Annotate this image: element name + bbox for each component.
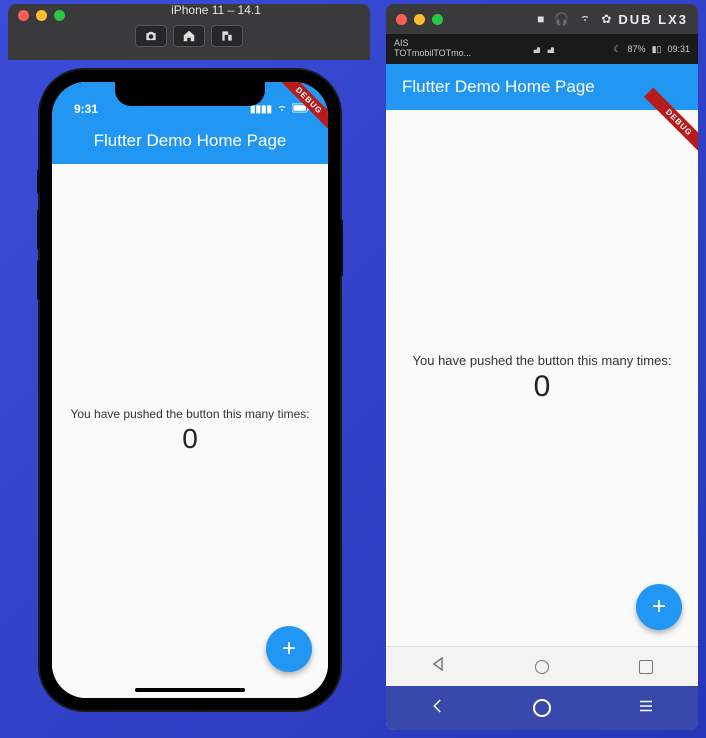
home-indicator[interactable] (135, 688, 245, 692)
ios-simulator-titlebar: iPhone 11 – 14.1 (8, 4, 370, 60)
notch (115, 82, 265, 106)
back-button[interactable] (428, 697, 448, 720)
counter-label: You have pushed the button this many tim… (413, 353, 672, 368)
signal-cluster (530, 45, 554, 53)
minimize-window-button[interactable] (36, 10, 47, 21)
counter-value: 0 (534, 370, 551, 404)
wifi-icon (276, 103, 288, 116)
camera-icon: ■ (537, 12, 544, 26)
plus-icon: + (282, 635, 296, 663)
volume-down-button[interactable] (37, 260, 40, 300)
dnd-icon: ☾ (613, 44, 621, 55)
ios-window-title: iPhone 11 – 14.1 (72, 3, 360, 17)
ios-app-title: Flutter Demo Home Page (94, 131, 287, 151)
android-soft-nav (386, 646, 698, 686)
battery-icon: ▮▯ (652, 44, 662, 55)
android-bottom-nav (386, 686, 698, 730)
close-window-button[interactable] (396, 14, 407, 25)
rotate-button[interactable] (211, 25, 243, 47)
zoom-window-button[interactable] (54, 10, 65, 21)
ios-app-bar: Flutter Demo Home Page (52, 118, 328, 164)
ios-status-icons: ▮▮▮▮ (250, 103, 310, 116)
iphone-screen: 9:31 ▮▮▮▮ Flutter Demo Home Page DEBUG Y… (52, 82, 328, 698)
home-button[interactable] (535, 660, 549, 674)
minimize-window-button[interactable] (414, 14, 425, 25)
status-right: ☾ 87% ▮▯ 09:31 (613, 44, 690, 55)
carrier-label: AIS TOTmobilTOTmo... (394, 39, 471, 59)
headphones-icon: 🎧 (554, 12, 569, 26)
power-button[interactable] (340, 220, 343, 276)
android-status-bar: AIS TOTmobilTOTmo... ☾ 87% ▮▯ 09:31 (386, 34, 698, 64)
carrier-line2: TOTmobilTOTmo... (394, 49, 471, 59)
wifi-icon (579, 12, 591, 26)
ios-clock: 9:31 (74, 102, 98, 116)
close-window-button[interactable] (18, 10, 29, 21)
counter-label: You have pushed the button this many tim… (70, 407, 309, 421)
iphone-device-frame: 9:31 ▮▮▮▮ Flutter Demo Home Page DEBUG Y… (40, 70, 340, 710)
android-mirror-window: ■ 🎧 ✿ DUB LX3 AIS TOTmobilTOTmo... ☾ 87%… (386, 4, 698, 730)
ios-app-body: You have pushed the button this many tim… (52, 164, 328, 698)
window-controls: iPhone 11 – 14.1 (8, 4, 370, 21)
android-window-titlebar: ■ 🎧 ✿ DUB LX3 (386, 4, 698, 34)
clock: 09:31 (667, 44, 690, 54)
android-device-name: DUB LX3 (618, 12, 688, 27)
android-screen: AIS TOTmobilTOTmo... ☾ 87% ▮▯ 09:31 Flut… (386, 34, 698, 730)
recents-button[interactable] (639, 660, 653, 674)
screenshot-button[interactable] (135, 25, 167, 47)
counter-value: 0 (182, 423, 198, 455)
android-app-title: Flutter Demo Home Page (402, 77, 595, 97)
increment-fab[interactable]: + (266, 626, 312, 672)
battery-percent: 87% (628, 44, 646, 54)
menu-button[interactable] (636, 697, 656, 720)
plus-icon: + (652, 593, 666, 621)
simulator-toolbar (8, 25, 370, 47)
signal-icon (544, 45, 554, 53)
increment-fab[interactable]: + (636, 584, 682, 630)
back-button[interactable] (431, 657, 445, 676)
android-app-body: DEBUG You have pushed the button this ma… (386, 110, 698, 646)
home-button[interactable] (173, 25, 205, 47)
zoom-window-button[interactable] (432, 14, 443, 25)
android-title-icons: ■ 🎧 ✿ (537, 12, 611, 26)
home-button[interactable] (533, 699, 551, 717)
mute-switch[interactable] (37, 170, 40, 194)
signal-icon (530, 45, 540, 53)
signal-icon: ▮▮▮▮ (250, 104, 272, 115)
gear-icon: ✿ (601, 12, 611, 26)
volume-up-button[interactable] (37, 210, 40, 250)
